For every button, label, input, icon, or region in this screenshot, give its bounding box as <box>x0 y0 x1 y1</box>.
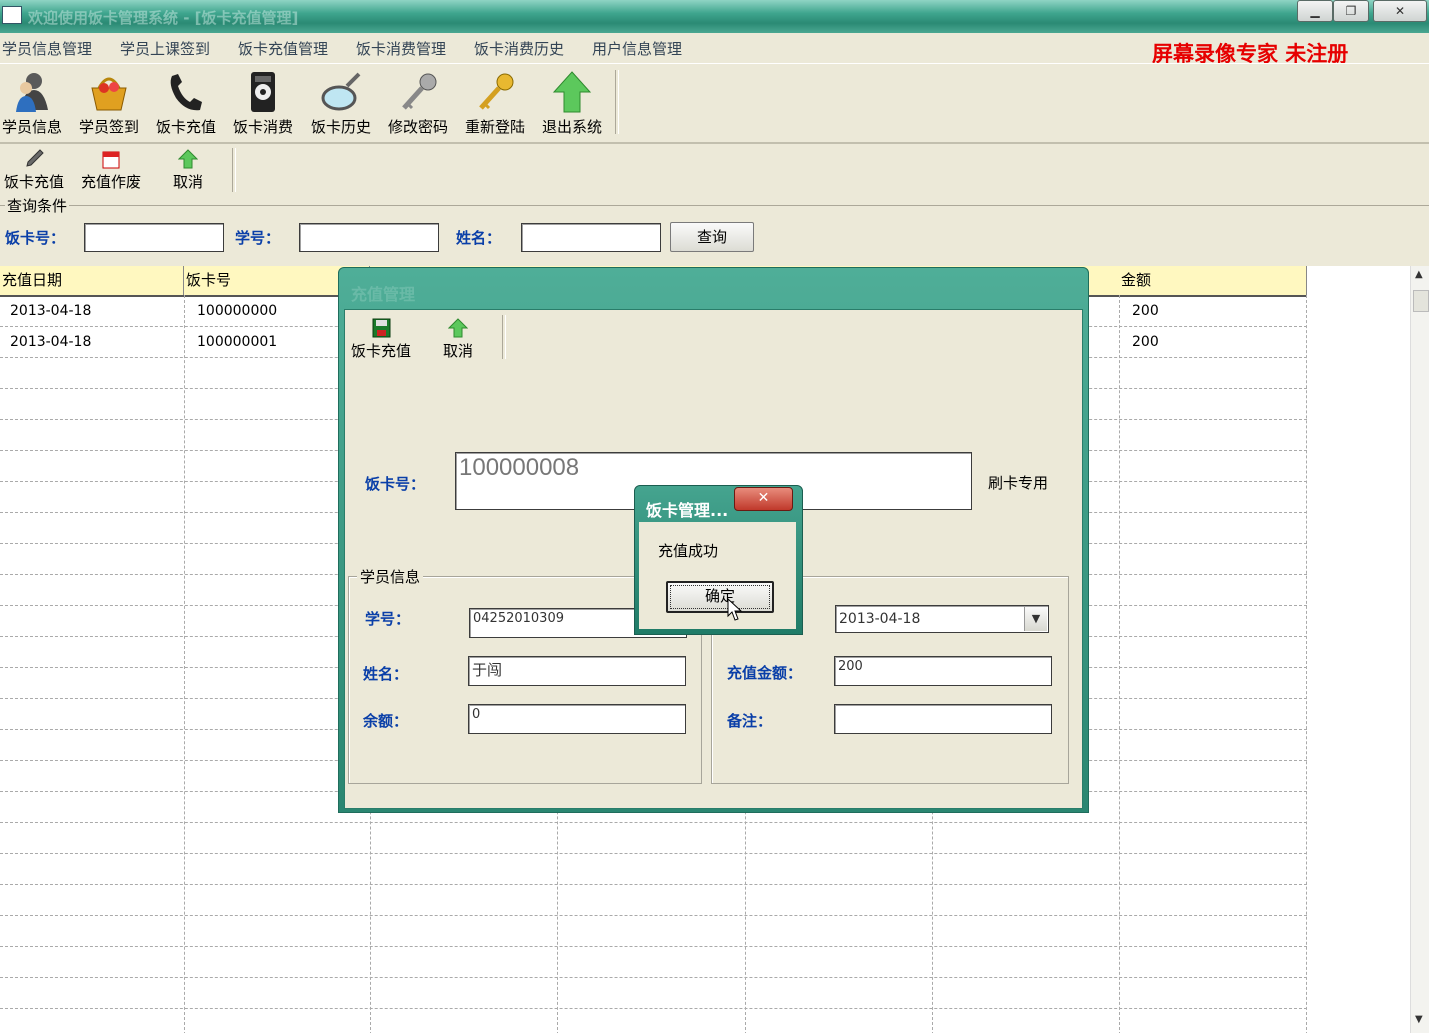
mouse-cursor-icon <box>727 598 743 621</box>
message-body: 充值成功 确定 <box>639 522 796 629</box>
grid-row-line <box>0 1008 1307 1009</box>
magnifier-icon <box>321 72 361 111</box>
toolbar-history-button[interactable]: 饭卡历史 <box>302 64 380 140</box>
query-caption: 查询条件 <box>5 195 70 216</box>
cell-card: 100000001 <box>197 334 278 350</box>
grid-row-line <box>0 915 1307 916</box>
main-toolbar: 学员信息 学员签到 饭卡充值 饭卡消费 饭卡历史 修改密码 重新登陆 退出系统 <box>0 63 1429 144</box>
grid-column-line <box>1306 295 1307 1033</box>
dialog-student-no-label: 学号： <box>365 610 411 628</box>
restore-button[interactable]: ❐ <box>1333 0 1369 22</box>
chevron-down-icon[interactable]: ▼ <box>1024 607 1047 631</box>
calendar-icon <box>102 151 120 169</box>
recharge-date-value: 2013-04-18 <box>839 611 921 627</box>
save-icon <box>372 318 391 338</box>
cell-amount: 200 <box>1132 334 1159 350</box>
dialog-name-input[interactable]: 于闯 <box>468 656 686 686</box>
recharge-void-button[interactable]: 充值作废 <box>76 146 146 194</box>
column-header-amount[interactable]: 金额 <box>1119 266 1307 295</box>
grid-row-line <box>0 884 1307 885</box>
dialog-name-label: 姓名： <box>363 665 409 683</box>
card-swipe-hint: 刷卡专用 <box>988 474 1049 492</box>
cell-amount: 200 <box>1132 303 1159 319</box>
pen-icon <box>26 149 44 167</box>
grid-row-line <box>0 946 1307 947</box>
menu-user-info[interactable]: 用户信息管理 <box>592 38 682 59</box>
toolbar-recharge-button[interactable]: 饭卡充值 <box>147 64 225 140</box>
cell-date: 2013-04-18 <box>10 303 92 319</box>
toolbar-consume-button[interactable]: 饭卡消费 <box>224 64 302 140</box>
query-group: 查询条件 饭卡号： 学号： 姓名： 查询 <box>0 195 1429 262</box>
scroll-down-icon[interactable]: ▼ <box>1415 1014 1423 1025</box>
dialog-title: 充值管理 <box>351 285 416 304</box>
toolbar-relogin-button[interactable]: 重新登陆 <box>456 64 534 140</box>
basket-icon <box>91 77 127 111</box>
toolbar-student-info-button[interactable]: 学员信息 <box>0 64 71 140</box>
recharge-button[interactable]: 饭卡充值 <box>0 146 69 194</box>
dialog-balance-label: 余额： <box>363 712 409 730</box>
dialog-note-label: 备注： <box>727 712 773 730</box>
dialog-note-input[interactable] <box>834 704 1052 734</box>
grid-row-line <box>0 977 1307 978</box>
close-icon: ✕ <box>757 490 770 506</box>
gold-key-icon <box>479 73 514 110</box>
menu-card-recharge[interactable]: 饭卡充值管理 <box>238 38 328 59</box>
name-label: 姓名： <box>456 229 502 247</box>
close-button[interactable]: ✕ <box>1373 0 1427 22</box>
grid-column-line <box>1119 295 1120 1033</box>
dialog-card-no-label: 饭卡号： <box>365 475 426 493</box>
menu-card-consume[interactable]: 饭卡消费管理 <box>356 38 446 59</box>
message-title: 饭卡管理... <box>646 501 729 520</box>
up-arrow-icon <box>552 71 592 113</box>
up-arrow-icon <box>178 149 198 169</box>
grid-row-line <box>0 853 1307 854</box>
message-text: 充值成功 <box>658 542 719 560</box>
phone-icon <box>170 74 202 111</box>
student-no-label: 学号： <box>235 229 281 247</box>
dialog-amount-input[interactable]: 200 <box>834 656 1052 686</box>
ok-button[interactable]: 确定 <box>666 581 774 613</box>
toolbar-exit-button[interactable]: 退出系统 <box>533 64 611 140</box>
message-close-button[interactable]: ✕ <box>734 487 793 511</box>
cell-card: 100000000 <box>197 303 278 319</box>
scroll-thumb[interactable] <box>1413 290 1429 312</box>
dialog-cancel-button[interactable]: 取消 <box>423 315 493 363</box>
menu-student-info[interactable]: 学员信息管理 <box>2 38 92 59</box>
dialog-amount-label: 充值金额： <box>727 664 803 682</box>
toolbar-separator <box>615 70 619 134</box>
message-box: 饭卡管理... ✕ 充值成功 确定 <box>634 485 803 635</box>
column-header-date[interactable]: 充值日期 <box>0 266 184 295</box>
cell-date: 2013-04-18 <box>10 334 92 350</box>
users-icon <box>16 73 48 112</box>
dialog-toolbar-separator <box>502 315 506 359</box>
app-icon <box>2 6 22 24</box>
window-title: 欢迎使用饭卡管理系统 - [饭卡充值管理] <box>28 9 299 27</box>
scroll-up-icon[interactable]: ▲ <box>1415 269 1423 280</box>
student-info-caption: 学员信息 <box>357 566 424 587</box>
toolbar-separator <box>232 148 236 192</box>
grid-row-line <box>0 822 1307 823</box>
recharge-date-select[interactable]: 2013-04-18 ▼ <box>835 605 1049 633</box>
card-no-label: 饭卡号： <box>5 229 66 247</box>
title-bar: 欢迎使用饭卡管理系统 - [饭卡充值管理] ▁ ❐ ✕ <box>0 0 1429 33</box>
minimize-button[interactable]: ▁ <box>1297 0 1333 22</box>
card-no-input[interactable] <box>84 223 224 252</box>
name-input[interactable] <box>521 223 661 252</box>
payphone-icon <box>251 72 275 112</box>
grid-column-line <box>184 295 185 1033</box>
key-icon <box>402 73 437 110</box>
menu-consume-history[interactable]: 饭卡消费历史 <box>474 38 564 59</box>
up-arrow-icon <box>448 318 468 338</box>
dialog-recharge-button[interactable]: 饭卡充值 <box>346 315 416 363</box>
vertical-scrollbar[interactable]: ▲ ▼ <box>1410 266 1429 1033</box>
dialog-balance-input[interactable]: 0 <box>468 704 686 734</box>
toolbar-password-button[interactable]: 修改密码 <box>379 64 457 140</box>
menu-student-checkin[interactable]: 学员上课签到 <box>120 38 210 59</box>
search-button[interactable]: 查询 <box>670 222 754 252</box>
student-no-input[interactable] <box>299 223 439 252</box>
cancel-button[interactable]: 取消 <box>153 146 223 194</box>
toolbar-checkin-button[interactable]: 学员签到 <box>70 64 148 140</box>
